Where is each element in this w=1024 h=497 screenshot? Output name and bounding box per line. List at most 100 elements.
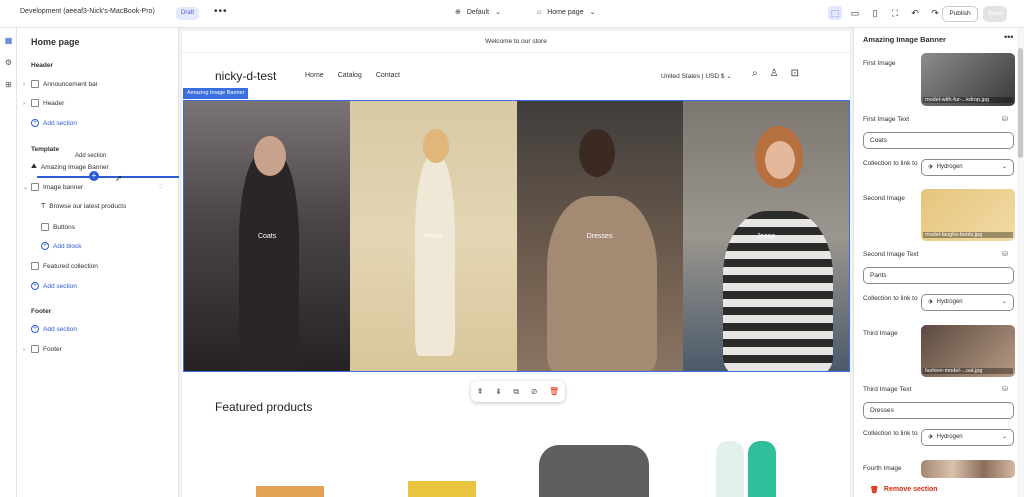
theme-selector[interactable]: ⊕ Default ⌄	[455, 8, 501, 17]
cart-icon[interactable]: ⊡	[791, 68, 799, 79]
duplicate-icon[interactable]: ⧉	[513, 387, 519, 397]
trash-icon: 🗑	[870, 487, 879, 494]
product-image[interactable]	[716, 441, 744, 497]
more-actions-button[interactable]: •••	[214, 6, 228, 17]
banner-panel-dresses[interactable]: Dresses	[516, 101, 683, 371]
nav-link-catalog[interactable]: Catalog	[338, 72, 362, 79]
section-settings-panel: Amazing Image Banner ••• First Image mod…	[853, 28, 1024, 497]
cursor-icon: ➚	[115, 173, 123, 183]
product-image[interactable]	[408, 481, 476, 497]
fourth-image-picker[interactable]	[921, 460, 1015, 478]
settings-more-button[interactable]: •••	[1004, 32, 1013, 42]
collection-value: Hydrogen	[936, 164, 963, 170]
home-icon: ⌂	[537, 8, 542, 16]
settings-icon[interactable]: ⚙	[3, 58, 14, 69]
third-text-input[interactable]: Dresses	[863, 402, 1014, 419]
sidebar-item-featured-collection[interactable]: Featured collection	[31, 262, 98, 270]
add-section-header-button[interactable]: + Add section	[31, 119, 77, 127]
hide-icon[interactable]: ⊘	[531, 387, 538, 396]
sidebar-item-image-banner[interactable]: Image banner	[31, 183, 83, 191]
remove-section-button[interactable]: 🗑 Remove section	[870, 486, 938, 494]
sidebar-item-amazing-image-banner[interactable]: ⛰ Amazing Image Banner	[31, 163, 109, 171]
desktop-icon[interactable]: ▭	[848, 6, 862, 20]
redo-icon[interactable]: ↷	[928, 6, 942, 20]
model-figure	[546, 196, 657, 371]
move-down-icon[interactable]: ⇟	[495, 387, 502, 396]
add-section-tooltip: Add section	[72, 152, 110, 160]
third-image-picker[interactable]: fashion-model-...oat.jpg	[921, 325, 1015, 377]
chevron-right-icon[interactable]: ›	[23, 101, 25, 107]
collection-select[interactable]: ⬗ Hydrogen ⌄	[921, 294, 1014, 311]
apps-icon[interactable]: ⊞	[3, 80, 14, 91]
third-text-label: Third Image Text	[863, 386, 912, 393]
banner-panel-coats[interactable]: Coats	[184, 101, 351, 371]
product-image[interactable]	[256, 486, 324, 497]
banner-panel-pants[interactable]: Pants	[350, 101, 517, 371]
dynamic-source-icon[interactable]: ⛁	[1002, 385, 1008, 393]
eye-hide-icon[interactable]: ◌	[159, 183, 163, 190]
sidebar-item-label: Footer	[43, 345, 62, 353]
move-up-icon[interactable]: ⇞	[477, 387, 484, 396]
add-block-button[interactable]: + Add block	[41, 242, 82, 250]
banner-panel-jeans[interactable]: Jeans	[682, 101, 849, 371]
chevron-down-icon: ⌄	[1001, 434, 1007, 440]
dynamic-source-icon[interactable]: ⛁	[1002, 250, 1008, 258]
add-block-label: Add block	[53, 242, 82, 250]
banner-panel-label: Coats	[257, 233, 277, 240]
sidebar-item-footer[interactable]: Footer	[31, 345, 62, 353]
dynamic-source-icon[interactable]: ⛁	[1002, 115, 1008, 123]
model-face	[578, 129, 615, 177]
block-item-buttons[interactable]: Buttons	[41, 223, 75, 231]
undo-icon[interactable]: ↶	[908, 6, 922, 20]
template-group-heading: Template	[31, 146, 60, 153]
add-section-template-button[interactable]: + Add section	[31, 282, 77, 290]
second-text-input[interactable]: Pants	[863, 267, 1014, 284]
product-image[interactable]	[748, 441, 776, 497]
collection-select[interactable]: ⬗ Hydrogen ⌄	[921, 429, 1014, 446]
nav-link-contact[interactable]: Contact	[376, 72, 400, 79]
delete-icon[interactable]: 🗑	[549, 387, 559, 396]
sidebar-item-announcement-bar[interactable]: Announcement bar	[31, 80, 98, 88]
theme-selector-label: Default	[466, 8, 490, 16]
add-section-footer-button[interactable]: + Add section	[31, 325, 77, 333]
selected-section-label[interactable]: Amazing Image Banner	[183, 88, 249, 99]
first-image-picker[interactable]: model-with-fur-...kdrop.jpg	[921, 53, 1015, 106]
header-group-heading: Header	[31, 62, 54, 69]
inspector-icon[interactable]: ⬚	[828, 6, 842, 20]
sections-sidebar: Home page Header › Announcement bar › He…	[17, 28, 179, 497]
page-selector[interactable]: ⌂ Home page ⌄	[537, 8, 595, 17]
chevron-down-icon[interactable]: ⌄	[23, 184, 28, 191]
add-section-label: Add section	[43, 119, 77, 127]
search-icon[interactable]: ⌕	[752, 68, 758, 79]
sections-icon[interactable]: ▦	[3, 36, 14, 47]
section-icon	[31, 262, 39, 270]
banner-panel-label: Pants	[424, 233, 443, 240]
settings-scrollbar[interactable]	[1017, 28, 1024, 497]
publish-button[interactable]: Publish	[942, 6, 978, 22]
sidebar-item-header[interactable]: Header	[31, 99, 64, 107]
insert-section-button[interactable]: +	[89, 171, 99, 181]
scrollbar-thumb[interactable]	[1018, 48, 1023, 158]
model-face	[764, 141, 795, 179]
collection-label: Collection to link to	[863, 430, 918, 437]
nav-link-home[interactable]: Home	[305, 72, 324, 79]
store-logo[interactable]: nicky-d-test	[215, 69, 276, 83]
amazing-image-banner[interactable]: Coats Pants Dresses Jeans	[183, 100, 850, 372]
first-text-input[interactable]: Coats	[863, 132, 1014, 149]
sidebar-item-label: Image banner	[43, 183, 84, 191]
account-icon[interactable]: ♙	[770, 68, 779, 79]
page-title: Home page	[31, 37, 80, 47]
locale-selector[interactable]: United States | USD $ ⌄	[661, 72, 732, 80]
chevron-right-icon[interactable]: ›	[23, 82, 25, 88]
save-button[interactable]: Save	[983, 6, 1007, 22]
mobile-icon[interactable]: ▯	[868, 6, 882, 20]
model-figure	[239, 151, 299, 371]
product-image[interactable]	[539, 445, 649, 497]
block-item-heading[interactable]: T Browse our latest products	[41, 203, 126, 210]
second-image-picker[interactable]: model-laughs-boots.jpg	[921, 189, 1015, 241]
collection-select[interactable]: ⬗ Hydrogen ⌄	[921, 159, 1014, 176]
chevron-down-icon: ⌄	[726, 73, 732, 80]
chevron-right-icon[interactable]: ›	[23, 347, 25, 353]
locale-label: United States | USD $	[661, 73, 725, 80]
fullscreen-icon[interactable]: ⛶	[888, 6, 902, 20]
